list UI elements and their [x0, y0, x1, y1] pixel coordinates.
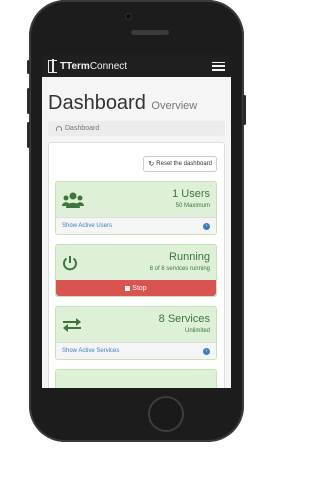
- breadcrumb-item-dashboard[interactable]: Dashboard: [65, 125, 99, 132]
- power-icon: [63, 255, 77, 270]
- stop-icon: [125, 285, 131, 291]
- services-card: 8 Services Unlimited Show Active Service…: [55, 306, 217, 360]
- brand-mark-icon: [48, 58, 57, 73]
- users-icon: [62, 192, 84, 208]
- earpiece-speaker: [131, 30, 169, 35]
- page-subtitle: Overview: [151, 100, 198, 112]
- dashboard-icon: [56, 126, 62, 131]
- exchange-icon: [63, 317, 81, 332]
- arrow-circle-right-icon: ›: [203, 347, 210, 355]
- breadcrumb: Dashboard: [48, 121, 225, 136]
- status-value: Running: [169, 251, 210, 263]
- services-limit: Unlimited: [184, 328, 210, 334]
- reset-dashboard-button[interactable]: ↻ Reset the dashboard: [143, 156, 217, 172]
- stop-button[interactable]: Stop: [56, 280, 216, 296]
- services-count: 8 Services: [158, 313, 210, 325]
- refresh-icon: ↻: [148, 161, 155, 168]
- volume-up-button: [27, 88, 30, 114]
- page-title: Dashboard Overview: [48, 92, 198, 114]
- mute-switch: [27, 60, 30, 74]
- arrow-circle-right-icon: ›: [203, 222, 210, 230]
- main-content: Dashboard Overview Dashboard ↻ Reset the…: [42, 92, 231, 388]
- show-active-users-link[interactable]: Show Active Users ›: [56, 217, 216, 234]
- dashboard-panel: ↻ Reset the dashboard 1 Users 50 Maximum…: [48, 142, 225, 388]
- volume-down-button: [27, 122, 30, 148]
- users-count: 1 Users: [172, 188, 210, 200]
- top-navbar: TTermConnect: [42, 55, 231, 77]
- status-card: Running 8 of 8 services running Stop: [55, 244, 217, 297]
- next-card: [55, 369, 217, 388]
- phone-screen: TTermConnect Dashboard Overview Dashboar…: [42, 55, 231, 388]
- power-side-button: [243, 95, 246, 125]
- users-maximum: 50 Maximum: [175, 203, 210, 209]
- brand-logo[interactable]: TTermConnect: [48, 58, 128, 73]
- services-running: 8 of 8 services running: [149, 266, 210, 272]
- show-active-services-link[interactable]: Show Active Services ›: [56, 342, 216, 359]
- users-card: 1 Users 50 Maximum Show Active Users ›: [55, 181, 217, 235]
- home-button[interactable]: [148, 396, 184, 432]
- front-camera: [125, 13, 132, 20]
- brand-name: TTermConnect: [60, 60, 128, 72]
- menu-icon[interactable]: [212, 61, 225, 71]
